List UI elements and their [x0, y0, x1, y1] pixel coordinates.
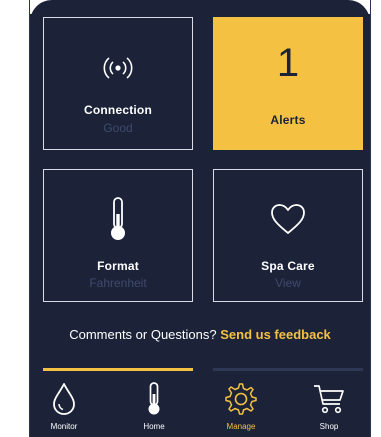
- feedback-row: Comments or Questions? Send us feedback: [30, 327, 370, 342]
- shopping-cart-icon: [314, 385, 344, 414]
- thermometer-icon: [148, 382, 160, 415]
- spa-care-title: Spa Care: [261, 259, 315, 273]
- tab-divider-left: [43, 368, 193, 371]
- tab-monitor-label: Monitor: [50, 422, 78, 431]
- tab-manage[interactable]: Manage: [206, 382, 276, 431]
- connection-status: Good: [103, 121, 133, 135]
- gear-icon: [225, 383, 257, 415]
- water-drop-icon: [53, 383, 75, 415]
- thermometer-icon: [44, 196, 192, 242]
- connection-tile[interactable]: Connection Good: [43, 17, 193, 150]
- bottom-tab-bar: Monitor Home Manage Shop: [30, 368, 370, 437]
- wireless-signal-icon: [44, 56, 192, 80]
- spa-care-action: View: [275, 276, 301, 290]
- feedback-prompt: Comments or Questions?: [69, 327, 217, 342]
- format-title: Format: [97, 259, 139, 273]
- tab-home[interactable]: Home: [119, 382, 189, 431]
- app-screen: Connection Good 1 Alerts Format Fahrenhe…: [30, 0, 370, 437]
- alerts-title: Alerts: [270, 113, 306, 127]
- tab-monitor[interactable]: Monitor: [30, 382, 99, 431]
- tab-home-label: Home: [143, 422, 165, 431]
- alerts-tile[interactable]: 1 Alerts: [213, 17, 363, 150]
- heart-icon: [214, 202, 362, 236]
- format-value: Fahrenheit: [89, 276, 147, 290]
- spa-care-tile[interactable]: Spa Care View: [213, 169, 363, 302]
- alerts-count: 1: [276, 41, 300, 85]
- format-tile[interactable]: Format Fahrenheit: [43, 169, 193, 302]
- connection-title: Connection: [84, 103, 152, 117]
- tab-manage-label: Manage: [226, 422, 256, 431]
- tab-shop[interactable]: Shop: [294, 382, 364, 431]
- send-feedback-link[interactable]: Send us feedback: [220, 327, 331, 342]
- tab-shop-label: Shop: [319, 422, 339, 431]
- tab-divider-right: [213, 368, 363, 371]
